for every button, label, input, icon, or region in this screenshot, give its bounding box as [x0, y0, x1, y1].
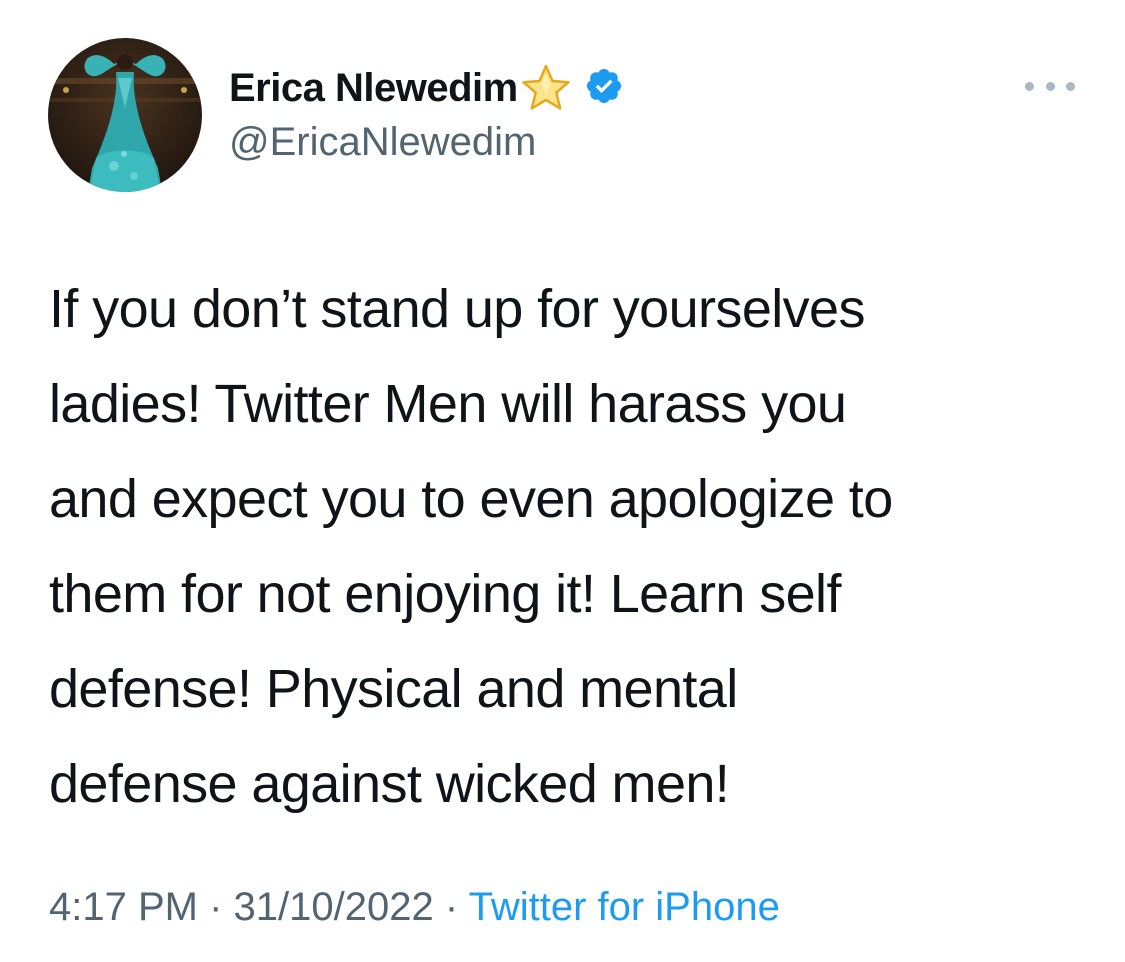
display-name[interactable]: Erica Nlewedim [229, 66, 518, 111]
more-dot [1025, 81, 1034, 91]
verified-badge-icon [584, 66, 624, 111]
meta-separator: · [209, 885, 223, 929]
meta-separator: · [444, 885, 459, 929]
star-icon [520, 63, 572, 118]
more-dot [1066, 81, 1075, 91]
more-dot [1045, 81, 1055, 91]
tweet-meta: 4:17 PM · 31/10/2022 · Twitter for iPhon… [49, 885, 780, 930]
tweet-time[interactable]: 4:17 PM [49, 885, 198, 929]
handle[interactable]: @EricaNlewedim [229, 120, 624, 165]
tweet-source-link[interactable]: Twitter for iPhone [469, 885, 780, 929]
tweet-header: Erica Nlewedim @EricaNlewedim [229, 60, 624, 165]
tweet-date[interactable]: 31/10/2022 [234, 885, 434, 929]
more-options-icon[interactable] [1025, 74, 1075, 98]
tweet-card: Erica Nlewedim @EricaNlewedim If you don… [0, 0, 1125, 962]
tweet-text: If you don’t stand up for yourselves lad… [49, 279, 893, 814]
name-row: Erica Nlewedim [229, 60, 624, 116]
avatar[interactable] [48, 38, 202, 192]
